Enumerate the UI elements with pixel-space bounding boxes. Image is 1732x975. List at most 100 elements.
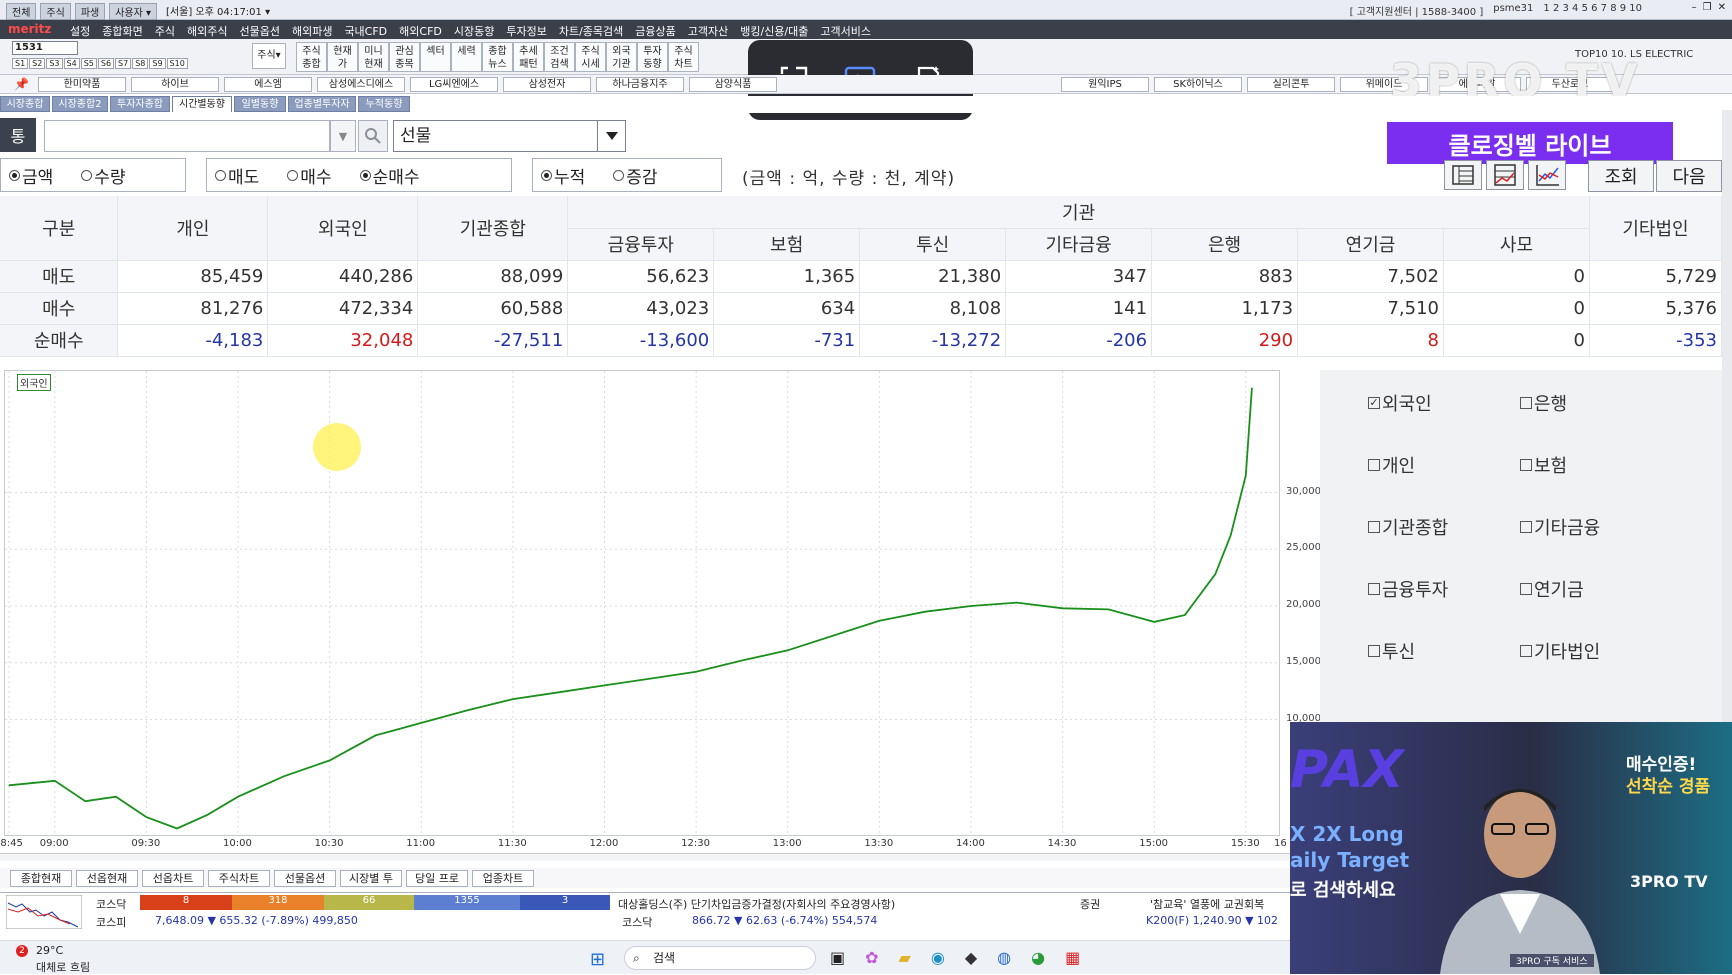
menu-item[interactable]: 종합화면: [102, 23, 142, 39]
sys-tab[interactable]: 사용자 ▾: [109, 3, 158, 20]
toolbar-shortcut-button[interactable]: 추세 패턴: [513, 42, 544, 72]
toolbar-shortcut-button[interactable]: 미니 현재: [358, 42, 389, 72]
toolbar-shortcut-button[interactable]: 주식 종합: [296, 42, 327, 72]
task-view-icon[interactable]: ▣: [830, 948, 845, 967]
favorite-stock-button[interactable]: 삼양식품: [689, 77, 777, 92]
favorite-stock-button[interactable]: 삼성에스디에스: [317, 77, 405, 92]
menu-item[interactable]: 해외CFD: [399, 23, 442, 39]
radio-option[interactable]: 매수: [287, 163, 332, 188]
toolbar-shortcut-button[interactable]: 주식 차트: [668, 42, 699, 72]
bottom-tab[interactable]: 주식차트: [208, 870, 270, 887]
chart-view-icon[interactable]: [1528, 160, 1566, 190]
legend-item[interactable]: 기타법인: [1520, 638, 1600, 664]
taskbar-search[interactable]: ⌕ 검색: [624, 946, 816, 970]
legend-checkbox[interactable]: [1368, 583, 1380, 595]
bottom-tab[interactable]: 당일 프로: [406, 870, 468, 887]
legend-checkbox[interactable]: ✓: [1368, 397, 1380, 409]
close-icon[interactable]: ✕: [1718, 2, 1726, 13]
toolbar-shortcut-button[interactable]: 세력: [451, 42, 482, 72]
chevron-down-icon[interactable]: [597, 120, 626, 152]
slot-button[interactable]: S8: [132, 58, 149, 69]
favorite-stock-button[interactable]: 삼성전자: [503, 77, 591, 92]
sys-tab[interactable]: 전체: [6, 3, 37, 20]
toolbar-shortcut-button[interactable]: 외국 기관: [606, 42, 637, 72]
slot-button[interactable]: S7: [115, 58, 132, 69]
window-tab[interactable]: 시장종합2: [52, 96, 108, 112]
menu-item[interactable]: 고객자산: [688, 23, 728, 39]
legend-item[interactable]: 금융투자: [1368, 576, 1448, 602]
legend-item[interactable]: 개인: [1368, 452, 1415, 478]
slot-button[interactable]: S10: [166, 58, 188, 69]
bottom-tab[interactable]: 종합현재: [10, 870, 72, 887]
table-chart-icon[interactable]: [1486, 160, 1524, 190]
bottom-tab[interactable]: 선물옵션: [274, 870, 336, 887]
window-tab[interactable]: 시간별동향: [172, 96, 232, 112]
bottom-tab[interactable]: 시장별 투: [340, 870, 402, 887]
folder-icon[interactable]: ▰: [899, 948, 911, 967]
favorite-stock-button[interactable]: 원익IPS: [1061, 77, 1149, 92]
menu-item[interactable]: 주식: [155, 23, 175, 39]
favorite-stock-button[interactable]: 하나금융지주: [596, 77, 684, 92]
meritz-app-icon[interactable]: ▦: [1065, 948, 1080, 967]
table-view-icon[interactable]: [1444, 160, 1482, 190]
window-tab[interactable]: 투자자종합: [110, 96, 170, 112]
app-icon[interactable]: ◍: [997, 948, 1011, 967]
favorite-stock-button[interactable]: 에스엠: [224, 77, 312, 92]
toolbar-shortcut-button[interactable]: 주식 시세: [575, 42, 606, 72]
horizontal-scrollbar[interactable]: [0, 853, 1290, 861]
radio-option[interactable]: 금액: [9, 163, 53, 188]
menu-item[interactable]: 투자정보: [506, 23, 546, 39]
market-select[interactable]: 선물: [393, 120, 626, 152]
menu-item[interactable]: 해외파생: [292, 23, 332, 39]
reference-news[interactable]: '참교육' 열풍에 교권회복: [1150, 896, 1264, 912]
legend-checkbox[interactable]: [1368, 459, 1380, 471]
trend-chart[interactable]: 외국인: [4, 370, 1280, 836]
favorite-stock-button[interactable]: 실리콘투: [1247, 77, 1335, 92]
legend-checkbox[interactable]: [1520, 521, 1532, 533]
slot-button[interactable]: S9: [149, 58, 166, 69]
favorite-stock-button[interactable]: LG씨엔에스: [410, 77, 498, 92]
legend-checkbox[interactable]: [1368, 645, 1380, 657]
legend-checkbox[interactable]: [1520, 397, 1532, 409]
slot-button[interactable]: S6: [97, 58, 115, 69]
window-tab[interactable]: 일별동향: [234, 96, 286, 112]
market-dropdown[interactable]: 주식▾: [252, 43, 286, 69]
legend-item[interactable]: ✓ 외국인: [1368, 390, 1432, 416]
chrome-icon[interactable]: ◕: [1031, 948, 1045, 967]
menu-item[interactable]: 국내CFD: [344, 23, 387, 39]
panel-toggle-button[interactable]: 통: [0, 118, 36, 152]
window-tab[interactable]: 시장종합: [0, 96, 50, 112]
window-tab[interactable]: 업종별투자자: [288, 96, 356, 112]
legend-checkbox[interactable]: [1520, 645, 1532, 657]
copilot-icon[interactable]: ✿: [865, 948, 878, 967]
toolbar-shortcut-button[interactable]: 투자 동향: [637, 42, 668, 72]
menu-item[interactable]: 설정: [70, 23, 90, 39]
legend-checkbox[interactable]: [1368, 521, 1380, 533]
query-button[interactable]: 조회: [1588, 160, 1654, 192]
kakaotalk-icon[interactable]: ◆: [965, 948, 977, 967]
window-tab[interactable]: 누적동향: [358, 96, 410, 112]
pin-icon[interactable]: 📌: [14, 77, 29, 91]
legend-checkbox[interactable]: [1520, 583, 1532, 595]
legend-item[interactable]: 기타금융: [1520, 514, 1600, 540]
legend-item[interactable]: 투신: [1368, 638, 1415, 664]
legend-item[interactable]: 은행: [1520, 390, 1567, 416]
favorite-stock-button[interactable]: SK하이닉스: [1154, 77, 1242, 92]
slot-button[interactable]: S4: [63, 58, 80, 69]
radio-option[interactable]: 수량: [81, 163, 126, 188]
menu-item[interactable]: 고객서비스: [820, 23, 871, 39]
toolbar-shortcut-button[interactable]: 관심 종목: [389, 42, 420, 72]
search-icon[interactable]: [358, 120, 388, 152]
minimize-icon[interactable]: –: [1692, 2, 1697, 13]
radio-option[interactable]: 증감: [613, 163, 658, 188]
menu-item[interactable]: 해외주식: [187, 23, 227, 39]
favorite-stock-button[interactable]: 하이브: [131, 77, 219, 92]
menu-item[interactable]: 선물옵션: [239, 23, 279, 39]
edge-icon[interactable]: ◉: [931, 948, 945, 967]
radio-option[interactable]: 매도: [215, 163, 259, 188]
windows-start-icon[interactable]: ⊞: [590, 949, 605, 970]
toolbar-shortcut-button[interactable]: 종합 뉴스: [482, 42, 513, 72]
menu-item[interactable]: 차트/종목검색: [559, 23, 623, 39]
slot-button[interactable]: S1: [12, 58, 29, 69]
next-button[interactable]: 다음: [1656, 160, 1722, 192]
